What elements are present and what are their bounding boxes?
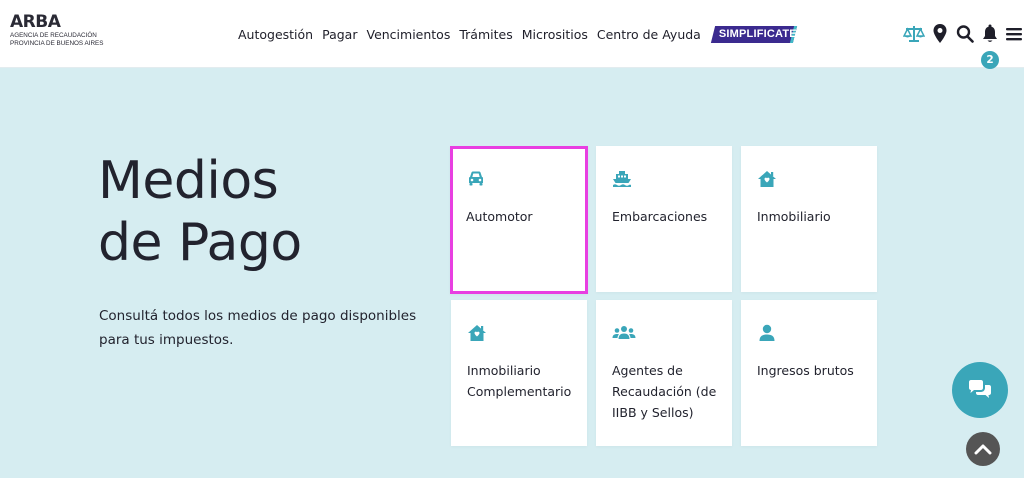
- card-label-agentes-de-recaudacion: Agentes de Recaudación (de IIBB y Sellos…: [612, 363, 717, 420]
- simplificate-label: SIMPLIFICATE: [718, 27, 797, 40]
- chevron-up-icon: [974, 444, 992, 455]
- card-ingresos-brutos[interactable]: Ingresos brutos: [741, 300, 877, 446]
- boat-icon: [612, 170, 632, 188]
- page-title: Medios de Pago: [98, 150, 302, 274]
- menu-icon[interactable]: [1006, 24, 1022, 44]
- house-icon: [757, 170, 777, 188]
- card-inmobiliario-complementario[interactable]: Inmobiliario Complementario: [451, 300, 587, 446]
- nav-centro-de-ayuda[interactable]: Centro de Ayuda: [597, 27, 701, 42]
- arba-logo[interactable]: ARBA AGENCIA DE RECAUDACIÓN PROVINCIA DE…: [10, 12, 130, 48]
- site-header: ARBA AGENCIA DE RECAUDACIÓN PROVINCIA DE…: [0, 0, 1024, 69]
- card-label-automotor: Automotor: [466, 209, 533, 224]
- map-pin-icon[interactable]: [933, 24, 947, 44]
- card-embarcaciones[interactable]: Embarcaciones: [596, 146, 732, 292]
- card-label-embarcaciones: Embarcaciones: [612, 209, 708, 224]
- bell-icon[interactable]: [982, 24, 998, 44]
- search-icon[interactable]: [956, 24, 974, 44]
- nav-autogestion[interactable]: Autogestión: [238, 27, 313, 42]
- page-title-line2: de Pago: [98, 213, 302, 273]
- page-title-line1: Medios: [98, 151, 279, 211]
- page-description: Consultá todos los medios de pago dispon…: [99, 308, 417, 348]
- car-icon: [466, 170, 486, 188]
- card-agentes-de-recaudacion[interactable]: Agentes de Recaudación (de IIBB y Sellos…: [596, 300, 732, 446]
- card-inmobiliario[interactable]: Inmobiliario: [741, 146, 877, 292]
- card-label-ingresos-brutos: Ingresos brutos: [757, 363, 854, 378]
- person-icon: [757, 324, 777, 342]
- main-nav: Autogestión Pagar Vencimientos Trámites …: [238, 24, 805, 44]
- group-icon: [612, 324, 636, 342]
- house-icon: [467, 324, 487, 342]
- nav-simplificate[interactable]: SIMPLIFICATE: [710, 25, 805, 43]
- chat-button[interactable]: [952, 362, 1008, 418]
- logo-subtitle-line1: AGENCIA DE RECAUDACIÓN: [10, 32, 97, 39]
- nav-vencimientos[interactable]: Vencimientos: [366, 27, 450, 42]
- logo-title: ARBA: [10, 12, 61, 32]
- card-automotor[interactable]: Automotor: [450, 146, 588, 294]
- card-label-inmobiliario: Inmobiliario: [757, 209, 831, 224]
- nav-micrositios[interactable]: Micrositios: [522, 27, 588, 42]
- scroll-to-top-button[interactable]: [966, 432, 1000, 466]
- nav-pagar[interactable]: Pagar: [322, 27, 357, 42]
- card-label-inmobiliario-complementario: Inmobiliario Complementario: [467, 363, 572, 399]
- chat-icon: [969, 380, 991, 398]
- scale-icon[interactable]: [903, 24, 925, 44]
- logo-subtitle-line2: PROVINCIA DE BUENOS AIRES: [10, 40, 104, 47]
- nav-tramites[interactable]: Trámites: [459, 27, 512, 42]
- notification-count-badge[interactable]: 2: [981, 51, 999, 69]
